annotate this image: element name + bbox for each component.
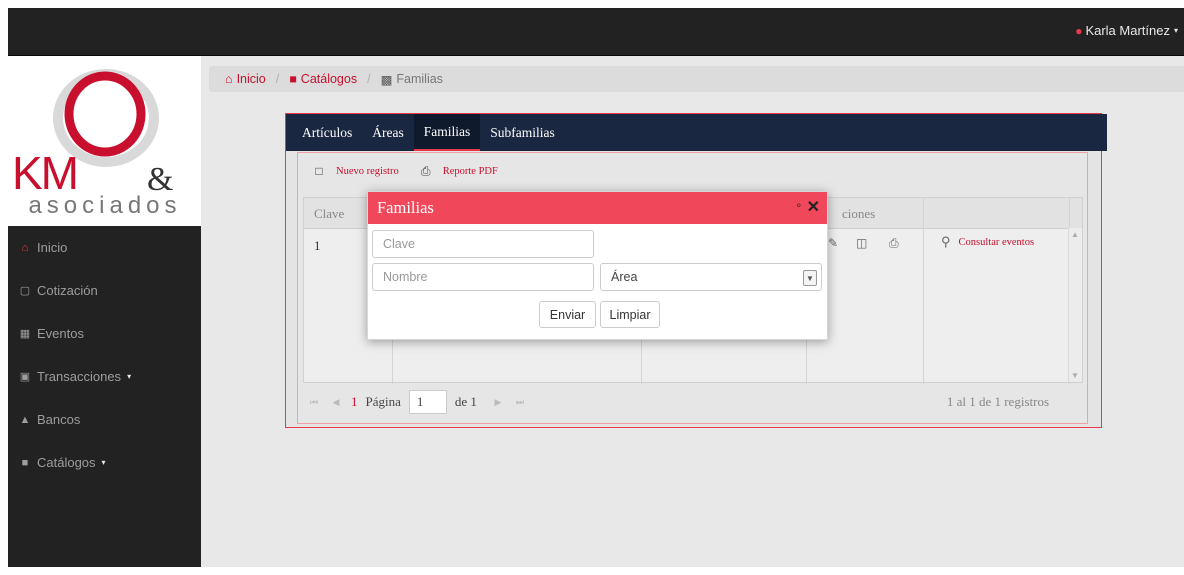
area-select[interactable]: Área ▼ [600,263,822,291]
user-name: Karla Martínez [1085,23,1170,38]
last-page-icon[interactable]: ⏭ [509,397,531,408]
sidebar-item-label: Inicio [37,240,68,255]
trash-icon[interactable]: ◫ [856,236,867,250]
nombre-input[interactable]: Nombre [372,263,594,291]
sidebar-item-transacciones[interactable]: ▣ Transacciones ▾ [8,355,201,398]
chevron-down-icon[interactable]: ▼ [1071,371,1079,380]
chevron-down-icon: ▾ [1173,26,1178,35]
breadcrumb-home[interactable]: ⌂ Inicio [225,72,266,86]
dialog-title: Familias [377,198,434,217]
page-number-current[interactable]: 1 [351,394,358,410]
pdf-report-button[interactable]: Reporte PDF [443,166,498,177]
tab-subfamilias[interactable]: Subfamilias [480,114,565,151]
area-select-value: Área [611,270,638,284]
book-icon: ■ [289,72,297,86]
column-divider [923,198,924,384]
chevron-up-icon[interactable]: ▲ [1071,230,1079,239]
column-header-acciones[interactable]: ciones [842,206,875,222]
tab-areas[interactable]: Áreas [362,114,413,151]
sidebar-item-label: Bancos [37,412,81,427]
home-icon: ⌂ [21,241,29,254]
breadcrumb-separator: / [367,72,371,86]
sidebar-item-cotizacion[interactable]: ▢ Cotización [8,269,201,312]
grid-scrollbar[interactable]: ▲ ▼ [1068,228,1082,382]
sidebar-item-bancos[interactable]: ▲ Bancos [8,398,201,441]
chevron-down-icon: ▾ [101,458,106,467]
consult-events-button[interactable]: ⚲ Consultar eventos [941,234,1034,250]
print-icon[interactable]: ⎙ [889,236,899,251]
breadcrumb-current-label: Familias [396,72,443,86]
sidebar-item-inicio[interactable]: ⌂ Inicio [8,226,201,269]
pager: ⏮ ◀ 1 Página 1 de 1 ▶ ⏭ 1 al 1 de 1 regi… [303,385,1083,419]
money-icon: ▣ [19,371,31,383]
user-icon: ● [1075,23,1083,38]
prev-page-icon[interactable]: ◀ [325,397,347,408]
dialog-header[interactable]: Familias [368,192,827,224]
logo: KM & asociados [8,56,201,226]
book-icon: ■ [21,456,29,469]
cell-clave: 1 [314,238,321,253]
sidebar-item-catalogos[interactable]: ■ Catálogos ▾ [8,441,201,484]
print-icon[interactable]: ⎙ [415,161,437,181]
briefcase-icon: ▩ [380,72,393,87]
breadcrumb-home-label: Inicio [236,72,266,86]
edit-icon[interactable]: ✎ [828,236,838,250]
breadcrumb-catalogs-label: Catálogos [300,72,358,86]
top-navbar: ● Karla Martínez ▾ [8,8,1184,56]
sidebar-item-label: Eventos [37,326,84,341]
page-label: Página [365,394,401,409]
page-input[interactable]: 1 [408,390,447,414]
tab-familias[interactable]: Familias [413,114,481,151]
pin-icon[interactable]: ⚬ [795,201,803,212]
first-page-icon[interactable]: ⏮ [303,397,325,408]
user-menu[interactable]: ● Karla Martínez ▾ [1075,23,1178,38]
logo-text: asociados [28,192,182,219]
new-document-icon[interactable]: □ [308,161,330,181]
breadcrumb-catalogs[interactable]: ■ Catálogos [289,72,357,86]
familias-dialog: Familias ⚬ ✕ Clave Nombre Área ▼ Enviar … [367,191,828,340]
breadcrumb-current: ▩ Familias [381,72,443,87]
next-page-icon[interactable]: ▶ [487,397,509,408]
consult-events-label: Consultar eventos [958,236,1035,248]
new-record-button[interactable]: Nuevo registro [336,166,399,177]
home-icon: ⌂ [225,72,233,86]
page-of-label: de 1 [454,394,477,409]
breadcrumb: ⌂ Inicio / ■ Catálogos / ▩ Familias [209,66,1184,92]
sidebar-item-label: Catálogos [37,455,96,470]
search-icon: ⚲ [941,234,951,249]
sidebar-item-label: Cotización [37,283,98,298]
close-icon[interactable]: ✕ [807,197,820,217]
bank-icon: ▲ [19,413,31,426]
clave-input[interactable]: Clave [372,230,594,258]
sidebar-item-label: Transacciones [37,369,122,384]
records-info: 1 al 1 de 1 registros [946,394,1049,409]
tab-bar: Artículos Áreas Familias Subfamilias [286,114,1107,151]
sidebar: KM & asociados ⌂ Inicio ▢ Cotización ▦ E… [8,56,201,567]
column-header-clave[interactable]: Clave [314,206,344,222]
submit-button[interactable]: Enviar [539,301,596,328]
tab-articulos[interactable]: Artículos [292,114,362,151]
cart-icon: ▢ [19,285,31,297]
sidebar-nav: ⌂ Inicio ▢ Cotización ▦ Eventos ▣ Transa… [8,226,201,484]
chevron-down-icon: ▾ [127,372,132,381]
breadcrumb-separator: / [275,72,280,86]
chevron-down-icon: ▼ [803,270,817,286]
calendar-icon: ▦ [19,328,31,340]
clear-button[interactable]: Limpiar [600,301,660,328]
grid-toolbar: □ Nuevo registro ⎙ Reporte PDF [308,159,508,183]
sidebar-item-eventos[interactable]: ▦ Eventos [8,312,201,355]
